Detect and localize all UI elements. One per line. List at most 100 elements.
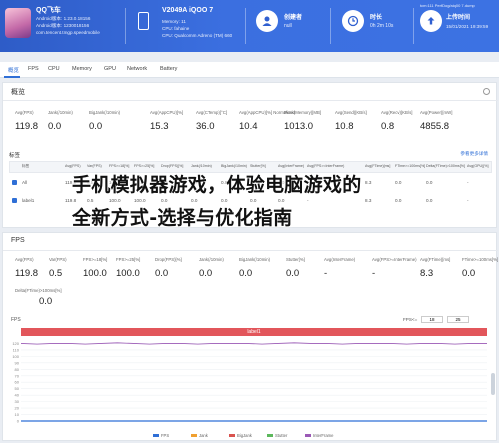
metric-value: 0.8 xyxy=(381,121,395,132)
y-tick-label: 10 xyxy=(15,412,20,417)
table-header-cell: BigJank(/10min) xyxy=(221,164,247,168)
table-header-cell: Avg(InterFrame) xyxy=(278,164,305,168)
table-header-cell: Avg(FPS>=InterFrame) xyxy=(307,164,345,168)
device-line-1: Memory: 11 xyxy=(162,19,186,24)
metric-label: Avg(AppCPU)[%] Normalized xyxy=(239,110,296,115)
fps-filter-25[interactable]: 25 xyxy=(447,316,469,323)
fps-metric-label: Avg(FTime)[ms] xyxy=(420,257,451,262)
table-header-cell: Delta(FTime)>100ms[%] xyxy=(426,164,465,168)
fps-filter-18[interactable]: 18 xyxy=(421,316,443,323)
table-header-cell: Jank(/10min) xyxy=(191,164,212,168)
upload-label: 上传时间 xyxy=(446,15,471,21)
metric-value: 4855.8 xyxy=(420,121,450,132)
fps-line-chart: 0 1020 3040 5060 7080 90100 110120 xyxy=(12,341,487,424)
y-tick-label: 30 xyxy=(15,399,20,404)
metric-value: 1013.0 xyxy=(284,121,314,132)
chart-title: FPS xyxy=(11,317,21,323)
metric-tabs: 概览 FPS CPU Memory GPU Network Battery xyxy=(0,62,499,78)
legend-swatch xyxy=(229,434,235,437)
metric-label: Peak(Memory)[MB] xyxy=(284,110,322,115)
metric-label: Avg(Send)[KB/s] xyxy=(335,110,367,115)
device-name: V2049A iQOO 7 xyxy=(162,7,214,14)
tab-network[interactable]: Network xyxy=(127,66,147,72)
clock-icon xyxy=(342,10,364,32)
tab-battery[interactable]: Battery xyxy=(160,66,177,72)
y-tick-label: 40 xyxy=(15,393,20,398)
fps-metric-label: BigJank(/10min) xyxy=(239,257,271,262)
y-tick-label: 120 xyxy=(12,341,19,346)
table-cell: 8.3 xyxy=(365,198,372,203)
tab-gpu[interactable]: GPU xyxy=(104,66,116,72)
fps-delta-label: Delta(FTime)>100ms[%] xyxy=(15,288,62,293)
device-line-2: CPU: Qualcomm Adreno (TM) 660 xyxy=(162,33,233,38)
duration-value: 0h 2m 10s xyxy=(370,23,394,29)
app-name: QQ飞车 xyxy=(36,7,61,14)
user-icon xyxy=(256,10,278,32)
legend-label: Stutter xyxy=(275,433,288,438)
upload-value: 15/01/2021 19:39:59 xyxy=(446,24,489,29)
legend-swatch xyxy=(267,434,273,437)
collapse-icon[interactable] xyxy=(483,88,490,95)
y-tick-label: 0 xyxy=(17,419,20,424)
fps-metric-value: 0.0 xyxy=(199,268,213,279)
y-tick-label: 110 xyxy=(13,347,20,352)
fps-metric-label: Drop(FPS)[%] xyxy=(155,257,182,262)
metric-value: 0.0 xyxy=(89,121,103,132)
table-cell: - xyxy=(467,198,469,203)
y-tick-label: 20 xyxy=(15,406,20,411)
metric-value: 15.3 xyxy=(150,121,169,132)
table-header-cell: Drop(FPS)[%] xyxy=(161,164,184,168)
fps-metric-value: - xyxy=(372,268,376,279)
table-header-cell: Var(FPS) xyxy=(87,164,102,168)
file-name: tcm:111 PerfDog/aiq00 7.dump xyxy=(420,3,475,8)
tab-memory[interactable]: Memory xyxy=(72,66,92,72)
overview-title: 概览 xyxy=(11,89,25,96)
duration-label: 时长 xyxy=(370,15,383,21)
fps-metric-value: 0.0 xyxy=(239,268,253,279)
metric-label: Avg(CTemp)[°C] xyxy=(196,110,228,115)
label-section-title: 标签 xyxy=(9,153,21,159)
y-tick-label: 90 xyxy=(15,360,20,365)
fps-metric-value: - xyxy=(324,268,328,279)
row-checkbox[interactable] xyxy=(12,180,17,185)
duration-info: 时长 0h 2m 10s xyxy=(338,0,413,52)
table-cell: - xyxy=(467,180,469,185)
table-cell: 0.0 xyxy=(426,180,433,185)
fps-metric-value: 0.0 xyxy=(286,268,300,279)
y-tick-label: 80 xyxy=(15,367,20,372)
metric-label: Avg(Power)[mW] xyxy=(420,110,453,115)
y-tick-label: 100 xyxy=(12,354,19,359)
row-checkbox[interactable] xyxy=(12,198,17,203)
tab-fps[interactable]: FPS xyxy=(28,66,39,72)
fps-delta-value: 0.0 xyxy=(39,296,53,307)
fps-metric-value: 100.0 xyxy=(116,268,140,279)
metric-value: 0.0 xyxy=(48,121,62,132)
legend-swatch xyxy=(153,434,159,437)
tab-cpu[interactable]: CPU xyxy=(48,66,60,72)
tab-overview[interactable]: 概览 xyxy=(8,66,19,74)
legend-swatch xyxy=(191,434,197,437)
phone-icon xyxy=(138,12,149,30)
session-header: QQ飞车 Android版本: 1.23.0.18156 Android版本: … xyxy=(0,0,499,52)
fps-metric-value: 0.0 xyxy=(155,268,169,279)
fps-metric-value: 100.0 xyxy=(83,268,107,279)
creator-info: 创建者 null xyxy=(252,0,327,52)
legend-label: FPS xyxy=(161,433,170,438)
fps-metric-label: Avg(FPS>=InterFrame) xyxy=(372,257,417,262)
app-info: QQ飞车 Android版本: 1.23.0.18156 Android版本: … xyxy=(0,0,122,52)
metric-value: 10.8 xyxy=(335,121,354,132)
fps-metric-value: 0.5 xyxy=(49,268,63,279)
fps-metric-label: FTime>=100ms[%] xyxy=(462,257,499,262)
table-header-cell: Avg(GPU)[%] xyxy=(467,164,489,168)
more-details-link[interactable]: 参看更多详情 xyxy=(460,151,488,157)
table-header-cell: FPS>=25[%] xyxy=(134,164,155,168)
y-tick-label: 60 xyxy=(15,380,20,385)
app-line-3: com.tencent.tmgp.speedmobile xyxy=(36,30,100,35)
table-row-name: All xyxy=(22,180,28,185)
table-cell: 0.0 xyxy=(395,198,402,203)
upload-icon xyxy=(420,10,442,32)
app-line-1: Android版本: 1.23.0.18156 xyxy=(36,16,91,21)
y-tick-label: 70 xyxy=(15,373,20,378)
table-header-cell: Avg(FPS) xyxy=(65,164,81,168)
vertical-scrollbar[interactable] xyxy=(491,373,495,395)
